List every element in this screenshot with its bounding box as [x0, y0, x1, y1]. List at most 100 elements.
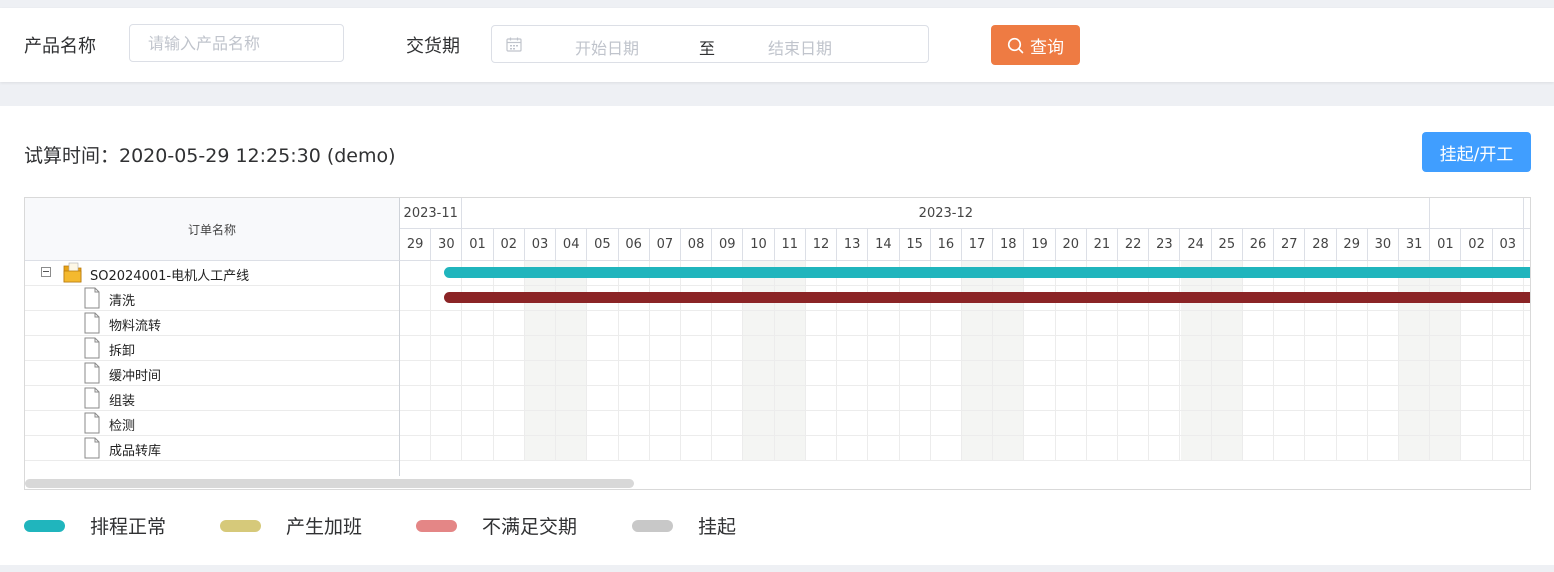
day-column — [681, 261, 713, 461]
day-header: 01 — [462, 229, 494, 260]
day-header: 08 — [681, 229, 713, 260]
day-column — [806, 261, 838, 461]
day-header: 07 — [650, 229, 681, 260]
query-button[interactable]: 查询 — [991, 25, 1080, 65]
weekend-column — [1211, 261, 1243, 461]
folder-open-icon — [63, 262, 82, 283]
row-divider — [400, 435, 1530, 436]
search-icon — [1007, 37, 1024, 53]
month-scale: 2023-11 2023-12 — [400, 198, 1530, 229]
day-header: 21 — [1087, 229, 1119, 260]
weekend-column — [524, 261, 557, 461]
query-button-label: 查询 — [1030, 37, 1064, 58]
document-icon — [84, 437, 100, 459]
task-row[interactable]: 组装 — [25, 386, 399, 411]
day-header: 03 — [1493, 229, 1524, 260]
legend-item: 不满足交期 — [416, 512, 577, 539]
product-name-field[interactable] — [129, 24, 344, 62]
task-row[interactable]: 缓冲时间 — [25, 361, 399, 386]
day-header: 19 — [1024, 229, 1056, 260]
trial-time-text: 试算时间：2020-05-29 12:25:30 (demo) — [24, 145, 396, 167]
legend-swatch — [632, 519, 673, 532]
task-name: 缓冲时间 — [109, 369, 162, 384]
task-name: 成品转库 — [109, 444, 162, 459]
horizontal-scrollbar-thumb[interactable] — [25, 479, 634, 488]
day-column — [712, 261, 744, 461]
month-header — [1430, 198, 1524, 228]
weekend-column — [774, 261, 806, 461]
day-header: 31 — [1399, 229, 1431, 260]
day-column — [650, 261, 681, 461]
day-column — [1243, 261, 1275, 461]
document-icon — [84, 362, 100, 384]
row-divider — [400, 460, 1530, 461]
weekend-column — [743, 261, 775, 461]
day-header: 20 — [1056, 229, 1087, 260]
legend-label: 排程正常 — [90, 516, 167, 538]
task-row[interactable]: 清洗 — [25, 286, 399, 311]
legend-label: 不满足交期 — [482, 516, 578, 538]
day-header: 30 — [431, 229, 463, 260]
task-row[interactable]: 拆卸 — [25, 336, 399, 361]
row-divider — [400, 360, 1530, 361]
document-icon — [84, 337, 100, 359]
month-header: 2023-12 — [462, 198, 1431, 228]
legend-item: 排程正常 — [24, 512, 166, 539]
weekend-column — [1430, 261, 1462, 461]
horizontal-scrollbar[interactable] — [25, 476, 1530, 489]
day-header: 16 — [931, 229, 962, 260]
day-header: 02 — [1461, 229, 1493, 260]
day-column — [1149, 261, 1181, 461]
day-column — [868, 261, 900, 461]
day-column — [1056, 261, 1087, 461]
day-column — [931, 261, 962, 461]
document-icon — [84, 412, 100, 434]
product-name-input[interactable] — [130, 25, 343, 61]
document-icon — [84, 312, 100, 334]
day-scale: 29 30 01 02 03 04 05 06 07 08 09 10 11 12 13 14 15 16 17 18… — [400, 229, 1530, 261]
day-header: 17 — [962, 229, 994, 260]
task-name: 检测 — [109, 419, 136, 434]
collapse-icon[interactable] — [41, 267, 51, 277]
order-name: SO2024001-电机人工产线 — [90, 269, 250, 284]
row-divider — [400, 385, 1530, 386]
suspend-start-button-label: 挂起/开工 — [1439, 144, 1514, 165]
schedule-panel: 试算时间：2020-05-29 12:25:30 (demo) 挂起/开工 订单… — [0, 106, 1554, 565]
order-row[interactable]: SO2024001-电机人工产线 — [25, 261, 399, 286]
end-date-input[interactable]: 结束日期 — [768, 35, 832, 59]
task-row[interactable]: 物料流转 — [25, 311, 399, 336]
task-row[interactable]: 检测 — [25, 411, 399, 436]
day-column — [1337, 261, 1368, 461]
day-header: 15 — [900, 229, 931, 260]
search-panel: 产品名称 交货期 开始日期 至 结束日期 查询 — [0, 8, 1554, 82]
day-header: 18 — [993, 229, 1025, 260]
grid-header-order-name: 订单名称 — [25, 198, 400, 261]
order-schedule-bar[interactable] — [444, 267, 1530, 278]
range-separator: 至 — [699, 39, 716, 58]
legend-swatch — [24, 519, 65, 532]
gantt-timeline: 2023-11 2023-12 29 30 01 02 03 04 05 06 07 08 09 10 1… — [400, 198, 1530, 476]
delivery-date-label: 交货期 — [406, 36, 460, 57]
start-date-input[interactable]: 开始日期 — [575, 35, 639, 59]
legend-label: 产生加班 — [286, 516, 363, 538]
day-column — [1087, 261, 1119, 461]
product-name-label: 产品名称 — [24, 36, 96, 57]
suspend-start-button[interactable]: 挂起/开工 — [1422, 132, 1531, 172]
task-grid: SO2024001-电机人工产线 清洗 物料流转 拆卸缓冲时间组装检测成品转库 — [25, 261, 400, 476]
day-header: 02 — [494, 229, 525, 260]
day-header: 27 — [1274, 229, 1306, 260]
day-header: 29 — [1337, 229, 1368, 260]
calendar-icon — [506, 37, 522, 52]
day-header: 26 — [1243, 229, 1275, 260]
delivery-date-range[interactable]: 开始日期 至 结束日期 — [491, 25, 929, 63]
legend-item: 产生加班 — [220, 512, 362, 539]
document-icon — [84, 387, 100, 409]
task-row[interactable]: 成品转库 — [25, 436, 399, 461]
legend-item: 挂起 — [632, 512, 736, 539]
task-schedule-bar[interactable] — [444, 292, 1530, 303]
day-column — [1305, 261, 1337, 461]
day-column — [837, 261, 869, 461]
day-column — [1274, 261, 1306, 461]
task-name: 组装 — [109, 394, 136, 409]
day-column — [494, 261, 525, 461]
